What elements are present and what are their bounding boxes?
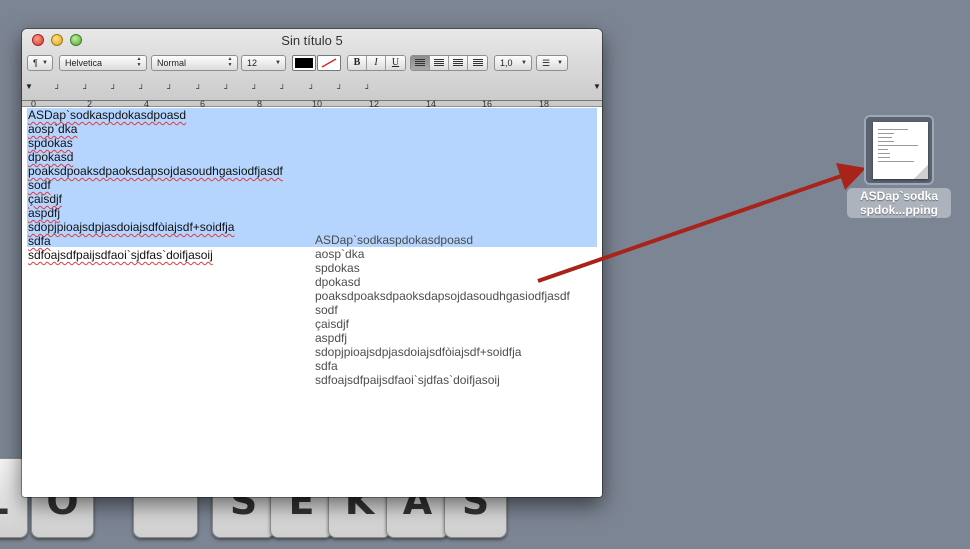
red-arrow-annotation (537, 163, 866, 283)
clipping-label-line1: ASDap`sodka (859, 189, 939, 203)
page-curl-icon (914, 165, 928, 179)
clipping-label-line2: spdok...pping (860, 203, 938, 217)
text-clipping-icon[interactable] (864, 115, 934, 185)
clipping-page-preview (873, 122, 928, 179)
text-clipping-label[interactable]: ASDap`sodka spdok...pping (847, 188, 951, 218)
